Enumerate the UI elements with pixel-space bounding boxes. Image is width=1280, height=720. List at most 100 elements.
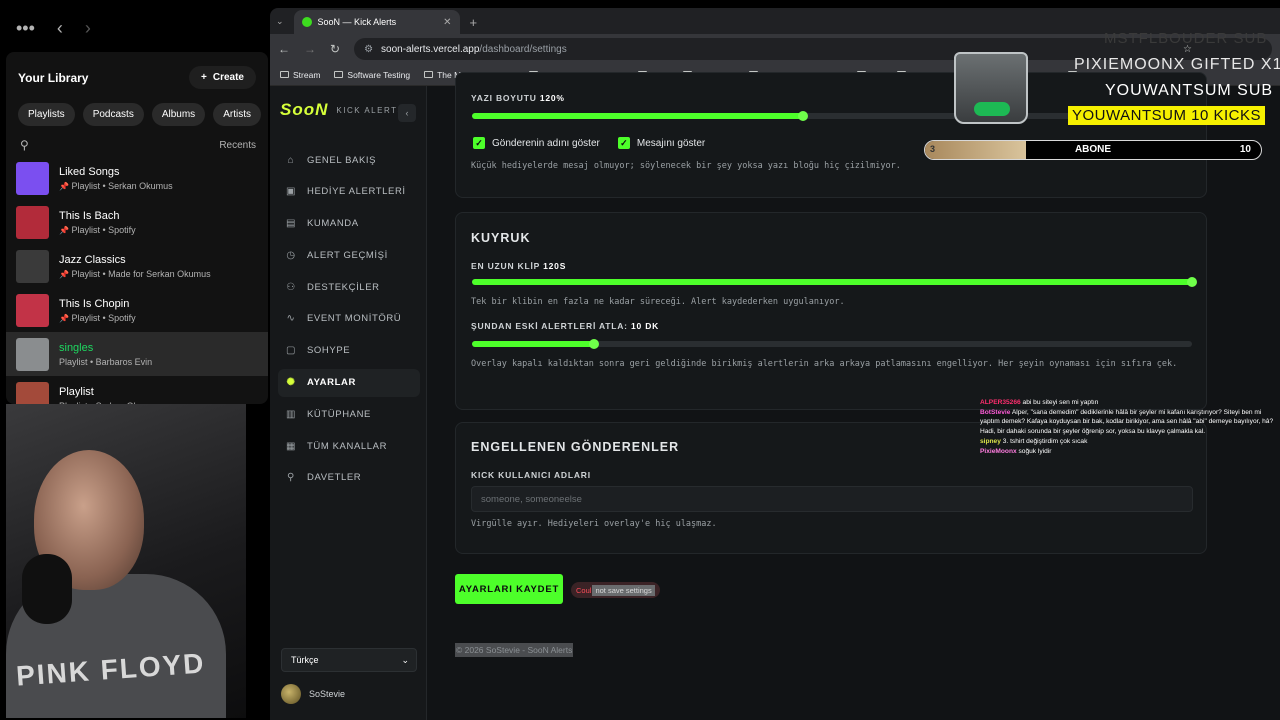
app-sidebar: SooN KICK ALERTS ‹ ⌂ GENEL BAKIŞ ▣ HEDİYE A… bbox=[270, 86, 427, 720]
blocked-label: KICK KULLANICI ADLARI bbox=[471, 470, 591, 480]
language-value: Türkçe bbox=[291, 655, 319, 665]
overlay-sub-alert: YOUWANTSUM SUB bbox=[1105, 82, 1274, 99]
users-icon: ⚇ bbox=[286, 281, 296, 293]
sidebar-item-grid[interactable]: ▦ TÜM KANALLAR bbox=[278, 432, 420, 460]
queue-title: KUYRUK bbox=[471, 231, 531, 245]
playlist-item[interactable]: Jazz Classics 📌 Playlist • Made for Serka… bbox=[6, 244, 268, 288]
playlist-subtitle: Playlist • Made for Serkan Okumus bbox=[71, 268, 211, 279]
sidebar-item-label: HEDİYE ALERTLERİ bbox=[307, 186, 406, 198]
sidebar-item-gift[interactable]: ▣ HEDİYE ALERTLERİ bbox=[278, 178, 420, 206]
user-profile[interactable]: SoStevie bbox=[281, 684, 345, 704]
sort-label[interactable]: Recents bbox=[219, 140, 256, 151]
chat-message: sipney 3. tshirt değiştirdim çok sıcak bbox=[980, 437, 1280, 446]
sidebar-item-label: EVENT MONİTÖRÜ bbox=[307, 313, 402, 325]
site-info-icon[interactable]: ⚙ bbox=[364, 44, 373, 55]
playlist-item[interactable]: This Is Chopin 📌 Playlist • Spotify bbox=[6, 288, 268, 332]
playlist-cover bbox=[16, 161, 49, 195]
bookmark-item[interactable]: Stream bbox=[280, 70, 320, 80]
blocked-title: ENGELLENEN GÖNDERENLER bbox=[471, 440, 680, 454]
back-icon[interactable]: ← bbox=[278, 42, 290, 56]
more-icon[interactable]: ••• bbox=[16, 18, 35, 39]
library-title[interactable]: Your Library bbox=[18, 71, 88, 85]
folder-icon bbox=[424, 71, 434, 78]
chat-username: ALPER35266 bbox=[980, 399, 1021, 406]
font-size-label: YAZI BOYUTU 120% bbox=[471, 93, 565, 103]
chip-albums[interactable]: Albums bbox=[151, 103, 206, 126]
close-tab-icon[interactable]: ✕ bbox=[443, 17, 451, 28]
show-message-checkbox[interactable]: ✓ Mesajını göster bbox=[617, 137, 705, 149]
tab-search-icon[interactable]: ⌄ bbox=[276, 16, 284, 34]
create-button[interactable]: + Create bbox=[189, 66, 256, 89]
playlist-cover bbox=[16, 205, 49, 239]
new-tab-icon[interactable]: + bbox=[470, 15, 478, 34]
sub-goal-bar: 3 ABONE 10 bbox=[924, 140, 1262, 160]
sidebar-item-label: SOHYPE bbox=[307, 345, 351, 357]
chip-artists[interactable]: Artists bbox=[213, 103, 261, 126]
language-select[interactable]: Türkçe ⌄ bbox=[281, 648, 417, 672]
longest-clip-slider[interactable] bbox=[472, 277, 1197, 287]
bookmark-item[interactable]: Software Testing bbox=[334, 70, 410, 80]
collapse-sidebar-icon[interactable]: ‹ bbox=[398, 104, 416, 122]
bookmark-label: Stream bbox=[293, 69, 321, 80]
forward-arrow-icon[interactable]: › bbox=[85, 18, 91, 39]
sub-goal-label: ABONE bbox=[1074, 144, 1112, 155]
longest-clip-slider-handle[interactable] bbox=[1187, 277, 1197, 287]
sidebar-item-label: DAVETLER bbox=[307, 472, 362, 484]
back-arrow-icon[interactable]: ‹ bbox=[57, 18, 63, 39]
playlist-name: This Is Chopin bbox=[59, 297, 130, 310]
pin-icon: 📌 bbox=[59, 225, 69, 235]
sub-goal-target: 10 bbox=[1239, 144, 1251, 155]
folder-icon bbox=[280, 71, 289, 78]
sidebar-item-history[interactable]: ◷ ALERT GEÇMİŞİ bbox=[278, 241, 420, 269]
save-settings-button[interactable]: AYARLARI KAYDET bbox=[455, 574, 563, 604]
overlay-faint-alert: MSTFLBOUDER SUB bbox=[1104, 30, 1268, 47]
chip-playlists[interactable]: Playlists bbox=[18, 103, 75, 126]
skip-older-value: 10 DK bbox=[630, 321, 660, 331]
playlist-subtitle: Playlist • Barbaros Evin bbox=[59, 356, 153, 367]
pin-icon: 📌 bbox=[59, 269, 69, 279]
queue-card: KUYRUK EN UZUN KLİP 120S Tek bir klibin … bbox=[455, 212, 1207, 410]
playlist-item[interactable]: Liked Songs 📌 Playlist • Serkan Okumus bbox=[6, 156, 268, 200]
sidebar-item-label: AYARLAR bbox=[307, 377, 356, 389]
chip-podcasts[interactable]: Podcasts bbox=[82, 103, 144, 126]
gem-pile bbox=[974, 102, 1010, 116]
remote-icon: ▤ bbox=[285, 218, 297, 230]
bookmark-label: Software Testing bbox=[347, 69, 411, 80]
sidebar-item-activity[interactable]: ∿ EVENT MONİTÖRÜ bbox=[278, 305, 420, 333]
box-icon: ▢ bbox=[285, 345, 297, 357]
forward-icon[interactable]: → bbox=[304, 42, 316, 56]
playlist-list: Liked Songs 📌 Playlist • Serkan Okumus Thi… bbox=[6, 156, 268, 404]
sidebar-item-box[interactable]: ▢ SOHYPE bbox=[278, 337, 420, 365]
playlist-name: Playlist bbox=[59, 385, 94, 398]
playlist-name: Liked Songs bbox=[59, 165, 120, 178]
skip-older-slider[interactable] bbox=[472, 339, 1192, 349]
font-size-slider-handle[interactable] bbox=[798, 111, 809, 121]
playlist-item[interactable]: This Is Bach 📌 Playlist • Spotify bbox=[6, 200, 268, 244]
tab-title: SooN — Kick Alerts bbox=[317, 17, 397, 27]
show-sender-checkbox[interactable]: ✓ Gönderenin adını göster bbox=[473, 137, 600, 149]
sidebar-item-home[interactable]: ⌂ GENEL BAKIŞ bbox=[278, 146, 420, 174]
playlist-item[interactable]: singles Playlist • Barbaros Evin bbox=[6, 332, 268, 376]
display-card: YAZI BOYUTU 120% ✓ Gönderenin adını göste… bbox=[455, 72, 1207, 198]
library-panel: Your Library + Create Playlists Podcasts … bbox=[6, 52, 268, 404]
sidebar-item-user-plus[interactable]: ⚲ DAVETLER bbox=[278, 464, 420, 492]
sidebar-item-sun[interactable]: ✺ AYARLAR bbox=[278, 368, 420, 397]
reload-icon[interactable]: ↻ bbox=[330, 42, 340, 56]
blocked-usernames-input[interactable]: someone, someoneelse bbox=[471, 486, 1193, 512]
skip-older-slider-handle[interactable] bbox=[589, 339, 600, 349]
avatar bbox=[281, 684, 301, 704]
active-tab[interactable]: SooN — Kick Alerts ✕ bbox=[293, 10, 460, 34]
skip-older-description: Overlay kapalı kaldıktan sonra geri geld… bbox=[471, 359, 1178, 369]
playlist-item[interactable]: PlaylistPlaylist • Serkan Okumus bbox=[6, 376, 268, 404]
playlist-name: This Is Bach bbox=[59, 209, 120, 222]
gift-icon: ▣ bbox=[285, 186, 297, 198]
chat-message: ALPER35266 abi bu siteyi sen mi yaptın bbox=[980, 398, 1280, 407]
sidebar-item-users[interactable]: ⚇ DESTEKÇİLER bbox=[278, 273, 420, 301]
sidebar-item-remote[interactable]: ▤ KUMANDA bbox=[278, 210, 420, 238]
library-filter-chips: Playlists Podcasts Albums Artists bbox=[6, 89, 268, 126]
chat-text: abi bu siteyi sen mi yaptın bbox=[1022, 399, 1099, 406]
sidebar-item-library[interactable]: ▥ KÜTÜPHANE bbox=[278, 400, 420, 428]
error-text-start: Coul bbox=[576, 585, 592, 595]
search-icon[interactable]: ⚲ bbox=[20, 138, 29, 152]
longest-clip-slider-fill bbox=[472, 279, 1192, 285]
